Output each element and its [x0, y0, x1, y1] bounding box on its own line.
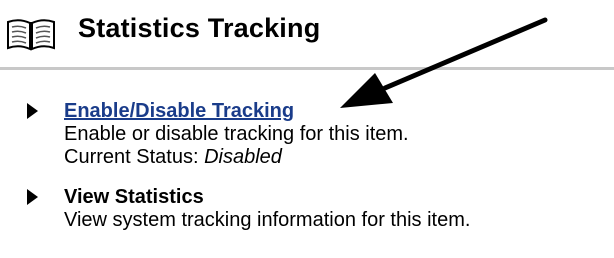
page-title: Statistics Tracking — [78, 13, 321, 43]
view-statistics-label[interactable]: View Statistics — [64, 186, 470, 209]
enable-disable-tracking-link[interactable]: Enable/Disable Tracking — [64, 100, 409, 123]
page-header: Statistics Tracking — [0, 0, 614, 70]
book-icon — [7, 19, 55, 51]
list-item-text: View Statistics View system tracking inf… — [64, 186, 470, 232]
current-status: Current Status: Disabled — [64, 146, 409, 169]
triangle-right-icon — [27, 103, 38, 119]
status-value: Disabled — [204, 146, 282, 168]
triangle-right-icon — [27, 189, 38, 205]
header-divider — [0, 67, 614, 70]
item-description: Enable or disable tracking for this item… — [64, 123, 409, 145]
item-description: View system tracking information for thi… — [64, 209, 471, 231]
status-label: Current Status: — [64, 146, 205, 168]
list-item-text: Enable/Disable Tracking Enable or disabl… — [64, 100, 409, 169]
